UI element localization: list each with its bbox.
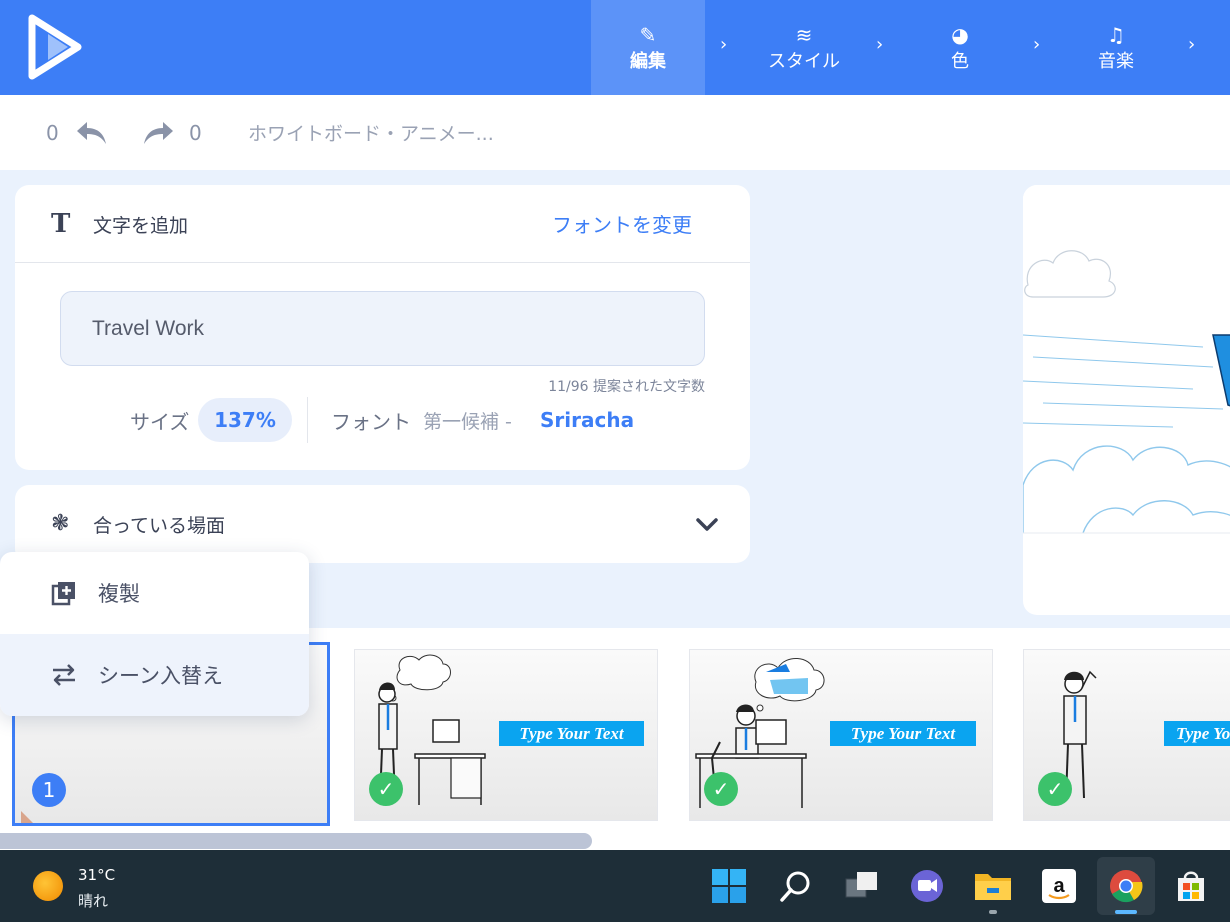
menu-item-swap-scene[interactable]: シーン入替え [0,634,309,716]
check-icon: ✓ [369,772,403,806]
file-explorer-icon[interactable] [971,862,1015,914]
size-label: サイズ [130,410,190,434]
duplicate-icon [51,582,75,606]
weather-temperature[interactable]: 31°C [78,866,115,884]
preview-illustration [1023,185,1230,534]
microsoft-store-icon[interactable] [1169,862,1213,910]
undo-count: 0 [46,120,59,145]
teams-chat-icon[interactable] [905,862,949,910]
top-nav-bar: ✎ 編集 › ≋ スタイル › ◕ 色 › ♫ 音楽 › [0,0,1230,95]
menu-swap-label: シーン入替え [98,664,223,688]
chevron-right-icon: › [720,34,728,55]
step-edit-label: 編集 [630,50,666,72]
check-icon: ✓ [704,772,738,806]
svg-text:a: a [1053,875,1065,897]
step-color-label: 色 [951,50,969,72]
check-icon: ✓ [1038,772,1072,806]
font-name-link[interactable]: Sriracha [540,408,634,432]
pencil-icon: ✎ [639,22,657,47]
scene-thumbnail-2[interactable]: Type Your Text ✓ [354,649,658,821]
step-music-label: 音楽 [1098,50,1134,72]
sun-weather-icon[interactable] [33,871,63,901]
chevron-right-icon: › [1033,34,1041,55]
char-count: 11/96 提案された文字数 [548,379,705,395]
weather-condition[interactable]: 晴れ [78,890,108,911]
thumb-corner-mark [21,811,33,823]
editor-toolbar: 0 0 ホワイトボード・アニメー... [0,95,1230,170]
scene-thumbnail-3[interactable]: Type Your Text ✓ [689,649,993,821]
undo-icon[interactable] [75,120,109,146]
step-edit[interactable]: ✎ 編集 [591,0,705,95]
task-view-icon[interactable] [840,862,884,910]
text-card-header: T 文字を追加 フォントを変更 [15,185,750,263]
windows-start-icon[interactable] [707,862,751,910]
chevron-right-icon: › [1188,34,1196,55]
font-label: フォント [331,410,411,434]
chrome-icon[interactable] [1097,857,1155,915]
size-value-button[interactable]: 137% [198,398,292,442]
project-title[interactable]: ホワイトボード・アニメー... [248,95,494,170]
thumb-text-banner: Type Your Text [499,721,644,746]
app-active-indicator [1115,910,1137,914]
search-icon[interactable] [774,862,818,910]
app-running-indicator [989,910,997,914]
layers-icon: ≋ [795,22,813,47]
scene-context-menu: 複製 シーン入替え [0,552,309,716]
font-hint: 第一候補 - [423,411,512,433]
redo-count: 0 [189,120,202,145]
text-editor-card: T 文字を追加 フォントを変更 11/96 提案された文字数 サイズ 137% … [15,185,750,470]
matching-scenes-label: 合っている場面 [93,515,226,537]
divider [307,397,308,443]
step-music[interactable]: ♫ 音楽 [1066,0,1166,95]
text-icon: T [51,209,71,239]
app-logo-icon[interactable] [28,14,82,80]
swap-icon [53,664,75,686]
scene-text-input[interactable] [60,291,705,366]
step-style-label: スタイル [768,50,840,72]
step-style[interactable]: ≋ スタイル [750,0,858,95]
chevron-right-icon: › [876,34,884,55]
change-font-link[interactable]: フォントを変更 [552,209,692,238]
step-color[interactable]: ◕ 色 [910,0,1010,95]
thumb-text-banner: Type Your Text [1164,721,1230,746]
menu-duplicate-label: 複製 [98,582,140,606]
menu-item-duplicate[interactable]: 複製 [0,552,309,634]
music-icon: ♫ [1107,22,1125,47]
redo-icon[interactable] [141,120,175,146]
amazon-icon[interactable]: a [1037,862,1081,910]
scene-preview[interactable] [1023,185,1230,615]
palette-icon: ◕ [951,22,969,47]
brain-icon: ❃ [51,511,70,536]
timeline-scrollbar[interactable] [0,833,592,849]
add-text-label: 文字を追加 [93,215,189,237]
thumb-text-banner: Type Your Text [830,721,976,746]
chevron-down-icon[interactable] [692,509,722,539]
scene-number-badge: 1 [32,773,66,807]
scene-thumbnail-4[interactable]: Type Your Text ✓ [1023,649,1230,821]
